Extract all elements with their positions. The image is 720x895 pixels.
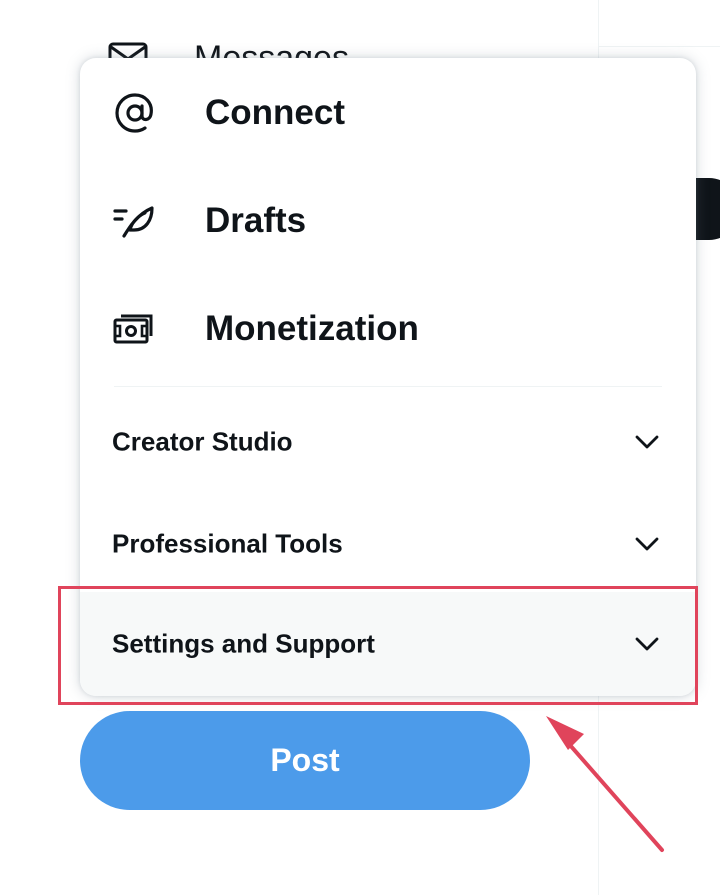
section-label: Professional Tools xyxy=(112,528,343,559)
section-creator-studio[interactable]: Creator Studio xyxy=(80,392,696,492)
section-label: Settings and Support xyxy=(112,628,375,659)
menu-item-monetization[interactable]: Monetization xyxy=(80,276,696,382)
section-professional-tools[interactable]: Professional Tools xyxy=(80,494,696,594)
menu-divider xyxy=(114,386,662,387)
section-settings-and-support[interactable]: Settings and Support xyxy=(80,592,696,696)
menu-item-connect[interactable]: Connect xyxy=(80,60,696,166)
drafts-quill-icon xyxy=(113,206,154,238)
menu-item-label: Drafts xyxy=(205,201,307,240)
menu-item-label: Connect xyxy=(205,93,345,132)
money-bill-icon xyxy=(113,314,153,344)
menu-item-label: Monetization xyxy=(205,309,419,348)
more-menu-popup: Connect Drafts Monetization Creator Stud… xyxy=(80,58,696,696)
menu-item-drafts[interactable]: Drafts xyxy=(80,168,696,274)
chevron-down-icon xyxy=(635,637,659,651)
at-sign-icon xyxy=(115,93,153,133)
post-button[interactable]: Post xyxy=(80,711,530,810)
header-divider xyxy=(599,46,720,47)
chevron-down-icon xyxy=(635,435,659,449)
section-label: Creator Studio xyxy=(112,426,293,457)
chevron-down-icon xyxy=(635,537,659,551)
